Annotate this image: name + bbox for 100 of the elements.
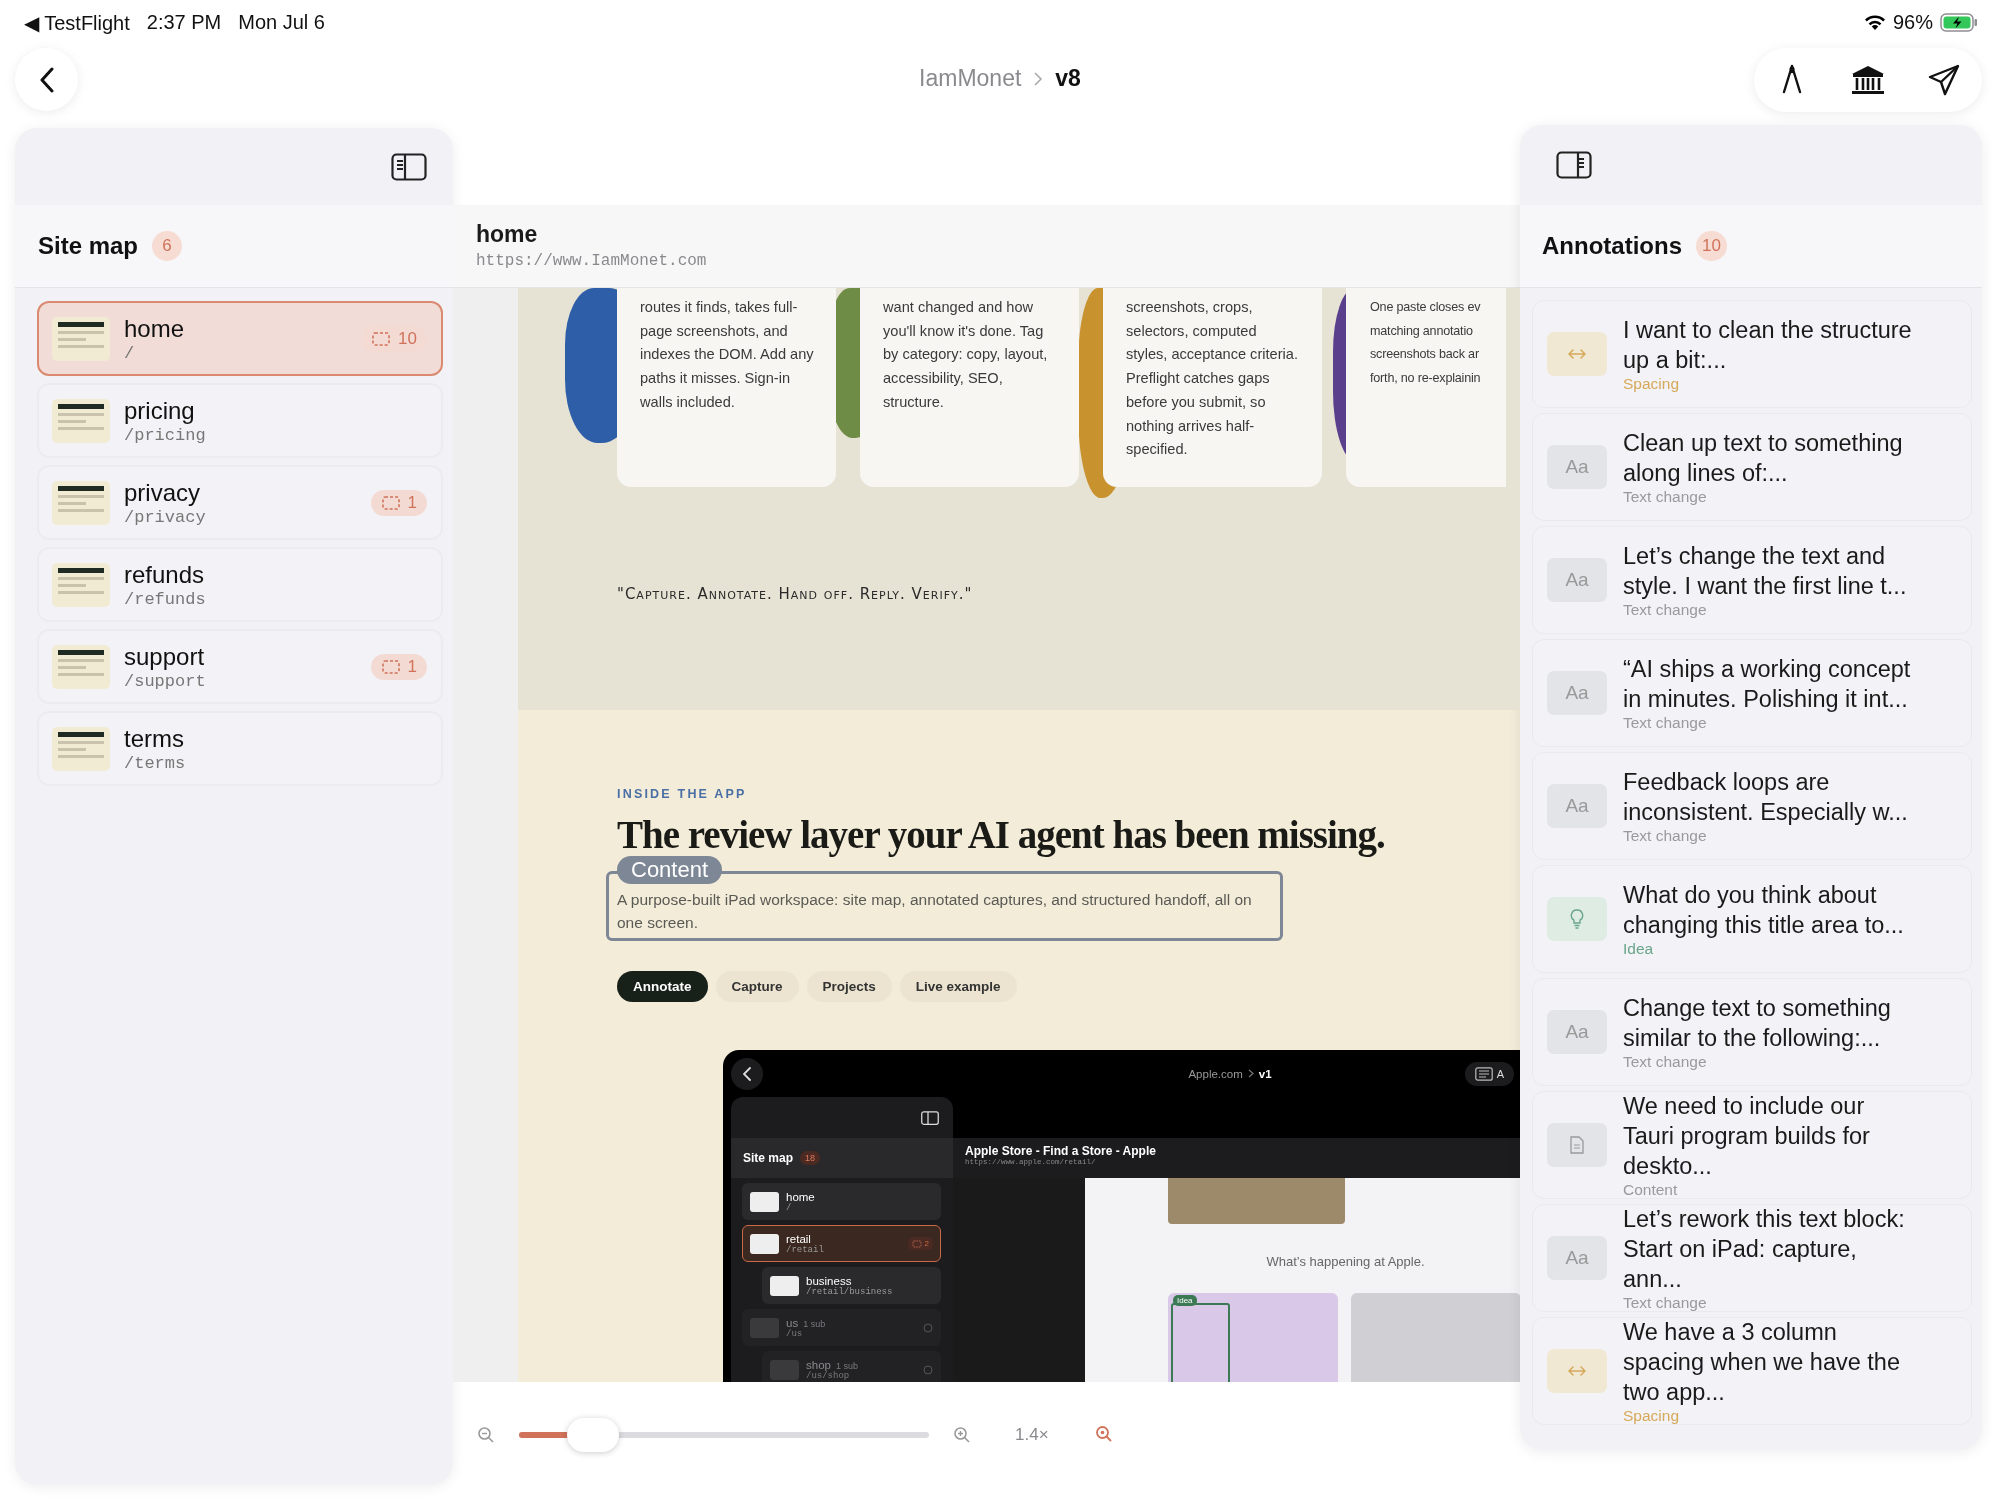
- annotation-card[interactable]: Aa Change text to something similar to the following:... Text change: [1532, 978, 1972, 1086]
- page-path: /refunds: [124, 590, 207, 609]
- annotation-category: Text change: [1623, 601, 1708, 619]
- annotation-text: Feedback loops are inconsistent. Especially w...: [1623, 768, 1909, 827]
- tab[interactable]: Annotate: [617, 971, 708, 1002]
- page-row[interactable]: privacy /privacy 1: [37, 465, 443, 540]
- annotation-text: I want to clean the structure up a bit:...: [1623, 316, 1913, 375]
- wifi-icon: [1863, 14, 1886, 31]
- annotation-card[interactable]: We have a 3 column spacing when we have the two app... Spacing: [1532, 1317, 1972, 1425]
- page-name: privacy: [124, 478, 202, 508]
- pen-nib-icon: [1781, 64, 1803, 96]
- page-name: pricing: [124, 396, 196, 426]
- annotation-card[interactable]: What do you think about changing this title area to... Idea: [1532, 865, 1972, 973]
- breadcrumb-version: v8: [1055, 65, 1081, 92]
- double-arrow-icon: [1568, 1366, 1586, 1376]
- annotation-card[interactable]: Aa Feedback loops are inconsistent. Especially w... Text change: [1532, 752, 1972, 860]
- annotation-category: Spacing: [1623, 1407, 1680, 1425]
- annotation-text: What do you think about changing this title area to...: [1623, 881, 1905, 940]
- page-name: home: [124, 314, 186, 344]
- annotation-card[interactable]: Aa “AI ships a working concept in minutes. Polishing it int... Text change: [1532, 639, 1972, 747]
- page-count-badge: 18: [800, 1151, 821, 1165]
- page-row[interactable]: business /retail/business: [762, 1267, 941, 1304]
- lightbulb-icon: [1570, 909, 1584, 929]
- tab[interactable]: Live example: [899, 971, 1017, 1002]
- page-thumbnail: [770, 1275, 799, 1296]
- page-path: /terms: [124, 754, 187, 773]
- annotation-count-badge: 1: [370, 653, 427, 680]
- annotation-category: Content: [1623, 1181, 1679, 1199]
- page-name: home: [786, 1190, 815, 1203]
- tagline: "Capture. Annotate. Hand off. Reply. Verify.": [617, 585, 974, 603]
- page-row[interactable]: support /support 1: [37, 629, 443, 704]
- annotation-card[interactable]: We need to include our Tauri program builds for deskto... Content: [1532, 1091, 1972, 1199]
- annotations-button[interactable]: A: [1464, 1061, 1514, 1086]
- paper-plane-icon: [1928, 64, 1960, 96]
- battery-percent: 96%: [1892, 11, 1933, 34]
- card-text: routes it finds, takes full- page screenshots, and indexes the DOM. Add any paths it misses. Sign-in walls included.: [640, 298, 815, 412]
- status-date: Mon Jul 6: [238, 10, 325, 35]
- card-text: One paste closes ev matching annotatio screenshots back ar forth, no re-explainin: [1370, 299, 1482, 388]
- annotation-category: Text change: [1623, 1053, 1708, 1071]
- page-path: /pricing: [124, 426, 207, 445]
- annotation-text: Let’s change the text and style. I want the first line t...: [1623, 542, 1908, 601]
- tab[interactable]: Projects: [806, 971, 892, 1002]
- page-path: /: [124, 344, 136, 363]
- annotation-count-badge: 1: [370, 489, 427, 516]
- breadcrumb-version: v1: [1258, 1067, 1272, 1080]
- back-button[interactable]: [731, 1057, 763, 1090]
- annotation-category: Text change: [1623, 488, 1708, 506]
- info-icon: [923, 1322, 933, 1333]
- idea-tag: Idea: [1173, 1295, 1197, 1306]
- chevron-right-icon: [1247, 1069, 1254, 1078]
- page-thumbnail: [750, 1233, 779, 1254]
- annotation-text: We need to include our Tauri program builds for deskto...: [1623, 1092, 1871, 1181]
- annotation-category: Spacing: [1623, 375, 1680, 393]
- page-thumbnail: [52, 316, 110, 361]
- page-thumbnail: [750, 1191, 779, 1212]
- breadcrumb-project[interactable]: Apple.com: [1188, 1067, 1243, 1080]
- back-to-app-link[interactable]: ◀ TestFlight: [24, 10, 130, 35]
- page-title: Apple Store - Find a Store - Apple: [965, 1144, 1157, 1158]
- page-name: support: [124, 642, 206, 672]
- document-icon: [1570, 1136, 1584, 1154]
- card-text: screenshots, crops, selectors, computed styles, acceptance criteria. Preflight catches gaps before you submit, so nothing arrives half- specified.: [1126, 298, 1299, 460]
- page-thumbnail: [52, 562, 110, 607]
- page-row[interactable]: terms /terms: [37, 711, 443, 786]
- panel-toggle-icon[interactable]: [1556, 151, 1592, 179]
- section-heading: What’s happening at Apple.: [1265, 1254, 1426, 1269]
- tab[interactable]: Capture: [715, 971, 799, 1002]
- annotation-card[interactable]: Aa Clean up text to something along lines of:... Text change: [1532, 413, 1972, 521]
- annotation-card[interactable]: Aa Let’s rework this text block: Start on iPad: capture, ann... Text change: [1532, 1204, 1972, 1312]
- page-path: /retail: [786, 1244, 825, 1255]
- back-chevron-icon: [743, 1066, 751, 1081]
- annotation-text: We have a 3 column spacing when we have the two app...: [1623, 1318, 1901, 1407]
- page-path: /support: [124, 672, 207, 691]
- annotation-icon: [380, 658, 401, 675]
- subpage-count: 1 sub: [803, 1318, 826, 1329]
- page-row[interactable]: home /: [742, 1183, 941, 1220]
- annotation-count-badge: 2: [907, 1237, 933, 1250]
- page-path: /retail/business: [806, 1286, 894, 1297]
- page-row[interactable]: refunds /refunds: [37, 547, 443, 622]
- page-name: retail: [786, 1232, 811, 1245]
- page-row[interactable]: us 1 sub /us: [742, 1309, 941, 1346]
- page-row[interactable]: home / 10: [37, 301, 443, 376]
- slider-thumb[interactable]: [566, 1418, 619, 1452]
- text-style-icon: Aa: [1547, 1236, 1607, 1280]
- zoom-level: 1.4×: [1015, 1425, 1049, 1445]
- page-thumbnail: [52, 480, 110, 525]
- zoom-slider[interactable]: [519, 1418, 929, 1452]
- annotation-card[interactable]: I want to clean the structure up a bit:... Spacing: [1532, 300, 1972, 408]
- page-row[interactable]: pricing /pricing: [37, 383, 443, 458]
- annotation-text: “AI ships a working concept in minutes. Polishing it int...: [1623, 655, 1912, 714]
- zoom-out-icon[interactable]: [477, 1426, 495, 1444]
- text-style-icon: Aa: [1547, 1010, 1607, 1054]
- status-time: 2:37 PM: [146, 10, 222, 35]
- annotation-icon: [911, 1239, 922, 1248]
- page-row[interactable]: shop 1 sub /us/shop: [762, 1351, 941, 1382]
- annotation-text: Clean up text to something along lines of:...: [1623, 429, 1904, 488]
- zoom-in-icon[interactable]: [953, 1426, 971, 1444]
- page-name: shop: [806, 1358, 831, 1371]
- sidebar-toggle-icon[interactable]: [391, 152, 427, 181]
- page-row[interactable]: retail /retail 2: [742, 1225, 941, 1262]
- annotation-card[interactable]: Aa Let’s change the text and style. I want the first line t... Text change: [1532, 526, 1972, 634]
